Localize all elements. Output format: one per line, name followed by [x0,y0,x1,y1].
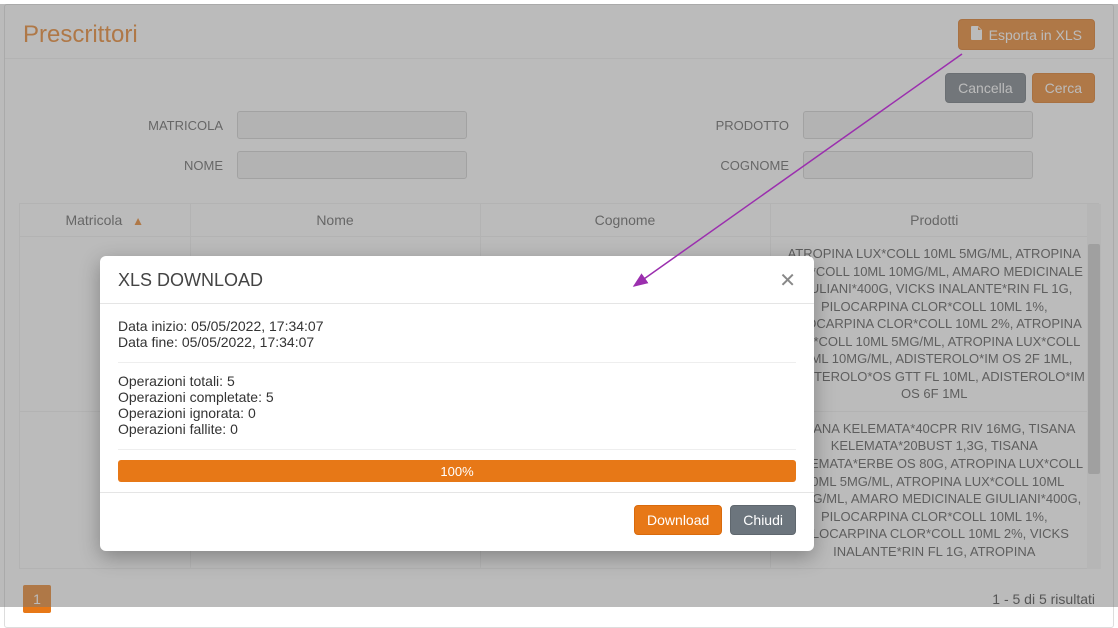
data-inizio-label: Data inizio: [118,318,187,334]
data-fine-label: Data fine: [118,334,178,350]
op-completate-label: Operazioni completate: [118,389,262,405]
modal-title: XLS DOWNLOAD [118,270,263,291]
op-totali-value: 5 [227,373,235,389]
progress-bar: 100% [118,460,796,482]
op-completate-value: 5 [266,389,274,405]
data-fine-value: 05/05/2022, 17:34:07 [182,334,314,350]
download-button[interactable]: Download [634,505,722,535]
op-fallite-label: Operazioni fallite: [118,421,226,437]
chiudi-button[interactable]: Chiudi [730,505,796,535]
op-fallite-value: 0 [230,421,238,437]
op-ignorata-value: 0 [248,405,256,421]
op-totali-label: Operazioni totali: [118,373,223,389]
data-inizio-value: 05/05/2022, 17:34:07 [191,318,323,334]
op-ignorata-label: Operazioni ignorata: [118,405,244,421]
xls-download-modal: XLS DOWNLOAD ✕ Data inizio: 05/05/2022, … [100,256,814,551]
close-icon[interactable]: ✕ [779,271,796,291]
